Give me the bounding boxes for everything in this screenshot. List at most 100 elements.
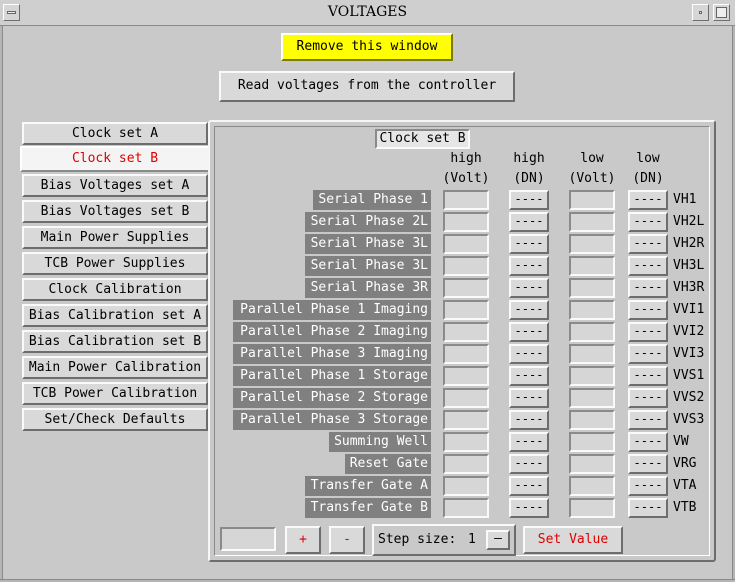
low-volt-field[interactable] <box>569 410 615 430</box>
low-dn-button[interactable]: ---- <box>628 410 668 430</box>
row-code: VVI3 <box>673 346 705 361</box>
row-code: VVI2 <box>673 324 705 339</box>
high-volt-field[interactable] <box>443 498 489 518</box>
iconify-button[interactable] <box>692 4 709 21</box>
high-volt-field[interactable] <box>443 190 489 210</box>
low-dn-button[interactable]: ---- <box>628 234 668 254</box>
row-code: VH3L <box>673 258 705 273</box>
low-dn-button[interactable]: ---- <box>628 476 668 496</box>
maximize-button[interactable] <box>713 4 730 21</box>
low-dn-button[interactable]: ---- <box>628 322 668 342</box>
low-volt-field[interactable] <box>569 344 615 364</box>
window-border-left[interactable] <box>0 26 3 582</box>
high-volt-field[interactable] <box>443 212 489 232</box>
sidebar-item-tcb-power-supplies[interactable]: TCB Power Supplies <box>22 252 208 275</box>
high-volt-field[interactable] <box>443 256 489 276</box>
low-dn-button[interactable]: ---- <box>628 366 668 386</box>
low-dn-button[interactable]: ---- <box>628 388 668 408</box>
row-label: Serial Phase 1 <box>313 190 431 210</box>
sidebar-item-main-power-supplies[interactable]: Main Power Supplies <box>22 226 208 249</box>
sidebar-item-bias-calibration-set-a[interactable]: Bias Calibration set A <box>22 304 208 327</box>
low-volt-field[interactable] <box>569 432 615 452</box>
low-dn-button[interactable]: ---- <box>628 212 668 232</box>
high-dn-button[interactable]: ---- <box>509 190 549 210</box>
high-dn-button[interactable]: ---- <box>509 234 549 254</box>
minimize-icon <box>699 11 702 14</box>
sidebar-item-bias-voltages-set-b[interactable]: Bias Voltages set B <box>22 200 208 223</box>
high-dn-button[interactable]: ---- <box>509 256 549 276</box>
low-volt-field[interactable] <box>569 366 615 386</box>
low-dn-button[interactable]: ---- <box>628 454 668 474</box>
low-dn-button[interactable]: ---- <box>628 278 668 298</box>
high-dn-button[interactable]: ---- <box>509 410 549 430</box>
high-dn-button[interactable]: ---- <box>509 300 549 320</box>
high-volt-field[interactable] <box>443 476 489 496</box>
sidebar-item-tcb-power-calibration[interactable]: TCB Power Calibration <box>22 382 208 405</box>
sidebar-item-main-power-calibration[interactable]: Main Power Calibration <box>22 356 208 379</box>
col-low-dn-line1: low <box>636 151 660 166</box>
minus-button[interactable]: - <box>329 526 365 554</box>
plus-button[interactable]: + <box>285 526 321 554</box>
window-title: VOLTAGES <box>327 4 408 20</box>
high-dn-button[interactable]: ---- <box>509 344 549 364</box>
high-volt-field[interactable] <box>443 322 489 342</box>
low-volt-field[interactable] <box>569 256 615 276</box>
high-volt-field[interactable] <box>443 388 489 408</box>
high-dn-button[interactable]: ---- <box>509 388 549 408</box>
row-label: Transfer Gate A <box>305 476 431 496</box>
low-volt-field[interactable] <box>569 454 615 474</box>
row-code: VVS1 <box>673 368 705 383</box>
low-volt-field[interactable] <box>569 190 615 210</box>
high-dn-button[interactable]: ---- <box>509 212 549 232</box>
high-dn-button[interactable]: ---- <box>509 498 549 518</box>
high-volt-field[interactable] <box>443 344 489 364</box>
sidebar-item-set-check-defaults[interactable]: Set/Check Defaults <box>22 408 208 431</box>
sidebar-item-clock-calibration[interactable]: Clock Calibration <box>22 278 208 301</box>
high-volt-field[interactable] <box>443 300 489 320</box>
col-low-volt-line2: (Volt) <box>568 171 616 186</box>
set-value-button[interactable]: Set Value <box>523 526 623 554</box>
low-volt-field[interactable] <box>569 498 615 518</box>
high-volt-field[interactable] <box>443 234 489 254</box>
high-volt-field[interactable] <box>443 410 489 430</box>
col-high-dn-line2: (DN) <box>513 171 545 186</box>
col-low-volt-line1: low <box>580 151 604 166</box>
sidebar-item-clock-set-b[interactable]: Clock set B <box>20 146 210 172</box>
high-volt-field[interactable] <box>443 278 489 298</box>
low-volt-field[interactable] <box>569 300 615 320</box>
high-dn-button[interactable]: ---- <box>509 322 549 342</box>
sidebar-item-bias-calibration-set-b[interactable]: Bias Calibration set B <box>22 330 208 353</box>
read-voltages-button[interactable]: Read voltages from the controller <box>219 71 515 102</box>
low-dn-button[interactable]: ---- <box>628 432 668 452</box>
low-volt-field[interactable] <box>569 476 615 496</box>
high-volt-field[interactable] <box>443 432 489 452</box>
low-dn-button[interactable]: ---- <box>628 190 668 210</box>
low-dn-button[interactable]: ---- <box>628 256 668 276</box>
title-bar[interactable]: VOLTAGES <box>0 0 735 26</box>
remove-window-button[interactable]: Remove this window <box>281 33 453 61</box>
low-volt-field[interactable] <box>569 388 615 408</box>
sidebar-item-bias-voltages-set-a[interactable]: Bias Voltages set A <box>22 174 208 197</box>
value-input[interactable] <box>220 527 276 551</box>
row-label: Parallel Phase 1 Imaging <box>233 300 431 320</box>
high-dn-button[interactable]: ---- <box>509 476 549 496</box>
row-code: VH1 <box>673 192 697 207</box>
low-volt-field[interactable] <box>569 234 615 254</box>
high-volt-field[interactable] <box>443 366 489 386</box>
step-size-menu-button[interactable]: — <box>486 530 510 550</box>
high-dn-button[interactable]: ---- <box>509 432 549 452</box>
high-dn-button[interactable]: ---- <box>509 366 549 386</box>
high-dn-button[interactable]: ---- <box>509 278 549 298</box>
low-dn-button[interactable]: ---- <box>628 344 668 364</box>
row-label: Reset Gate <box>345 454 431 474</box>
low-dn-button[interactable]: ---- <box>628 300 668 320</box>
row-label: Parallel Phase 2 Imaging <box>233 322 431 342</box>
high-dn-button[interactable]: ---- <box>509 454 549 474</box>
panel-title: Clock set B <box>375 129 470 149</box>
low-dn-button[interactable]: ---- <box>628 498 668 518</box>
high-volt-field[interactable] <box>443 454 489 474</box>
low-volt-field[interactable] <box>569 322 615 342</box>
low-volt-field[interactable] <box>569 212 615 232</box>
low-volt-field[interactable] <box>569 278 615 298</box>
sidebar-item-clock-set-a[interactable]: Clock set A <box>22 122 208 145</box>
